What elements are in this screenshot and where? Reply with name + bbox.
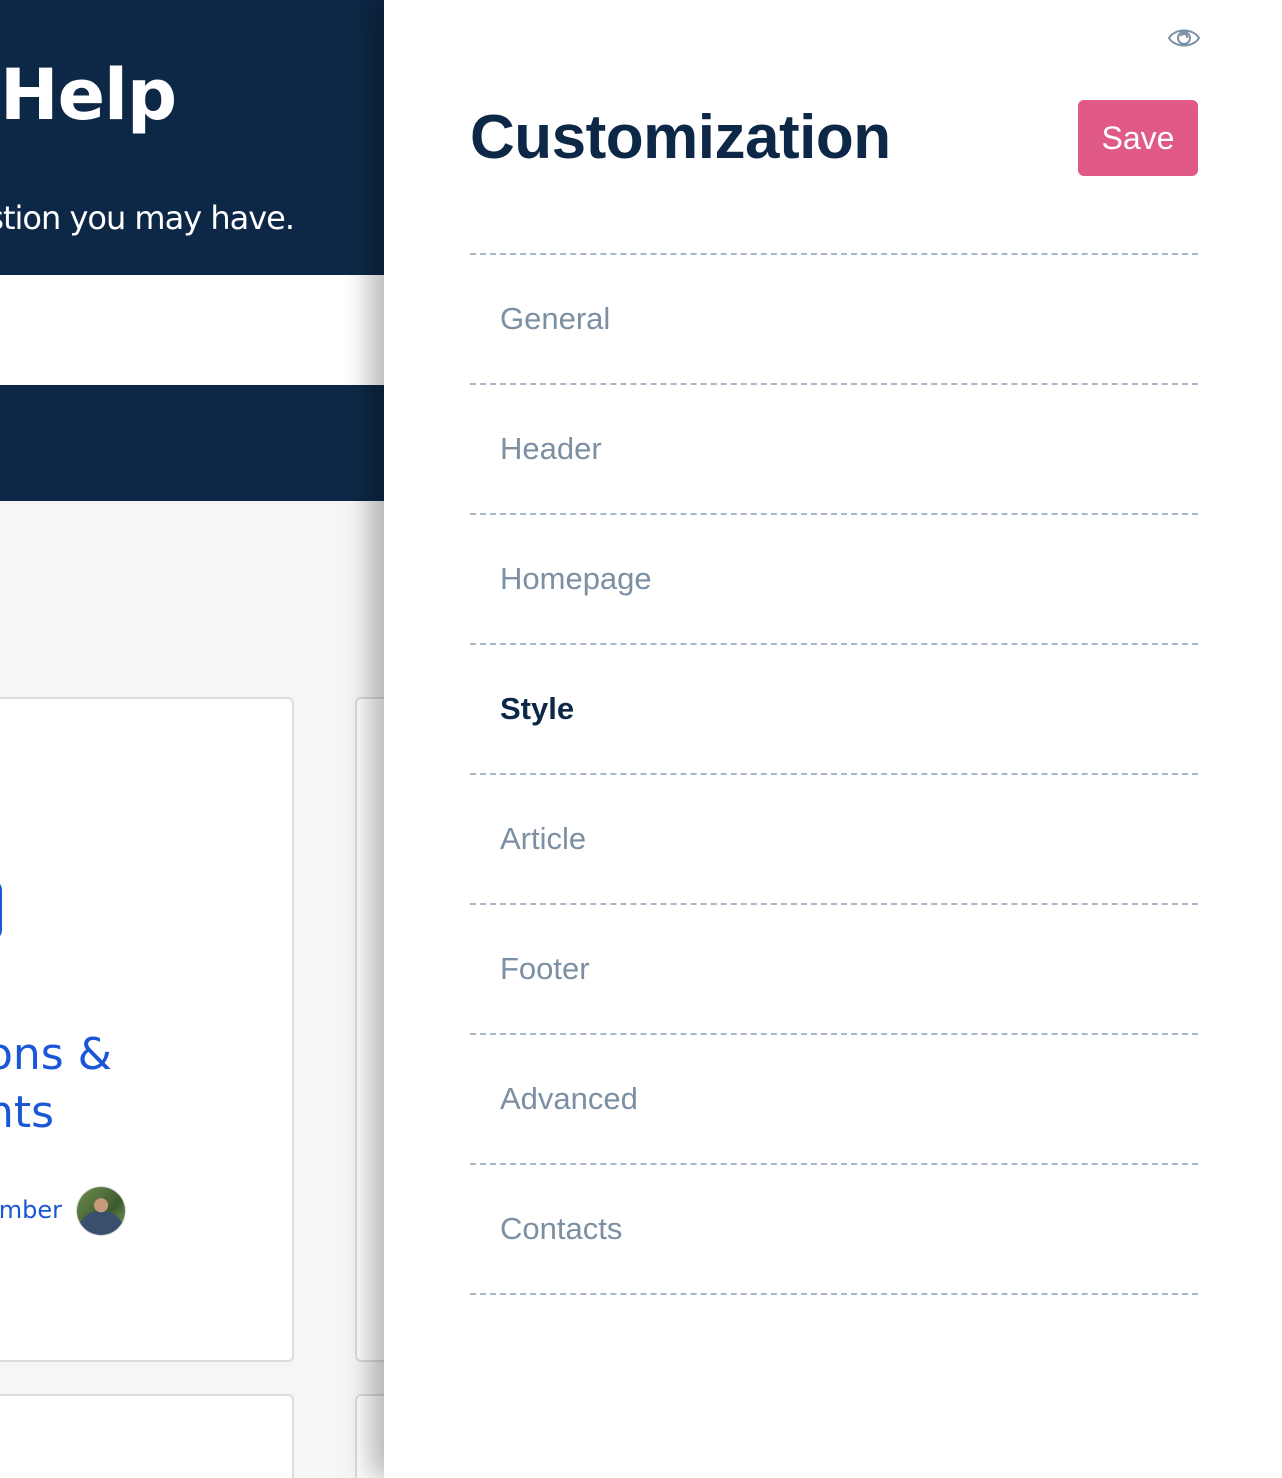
preview-eye-icon[interactable] bbox=[1167, 22, 1201, 54]
menu-item-article[interactable]: Article bbox=[470, 773, 1198, 903]
menu-item-style[interactable]: Style bbox=[470, 643, 1198, 773]
panel-title: Customization bbox=[470, 103, 891, 172]
menu-item-label: Footer bbox=[500, 951, 590, 986]
menu-item-general[interactable]: General bbox=[470, 253, 1198, 383]
menu-item-label: Contacts bbox=[500, 1211, 623, 1246]
menu-item-homepage[interactable]: Homepage bbox=[470, 513, 1198, 643]
menu-item-contacts[interactable]: Contacts bbox=[470, 1163, 1198, 1295]
category-card[interactable] bbox=[355, 697, 384, 1362]
customization-panel: Customization Save General Header Homepa… bbox=[384, 0, 1282, 1478]
category-card-title-line: nts bbox=[0, 1087, 55, 1138]
category-card-title[interactable]: ons & nts bbox=[0, 1026, 112, 1142]
menu-item-advanced[interactable]: Advanced bbox=[470, 1033, 1198, 1163]
avatar bbox=[77, 1187, 125, 1235]
menu-item-label: Style bbox=[500, 691, 575, 726]
menu-item-header[interactable]: Header bbox=[470, 383, 1198, 513]
hero-banner: Help stion you may have. bbox=[0, 0, 384, 275]
hero-title: Help bbox=[0, 54, 177, 136]
menu-item-label: Header bbox=[500, 431, 602, 466]
category-card-title-line: ons & bbox=[0, 1029, 112, 1080]
category-icon bbox=[0, 880, 2, 940]
background-page: Help stion you may have. ons & nts ember bbox=[0, 0, 384, 1478]
card-author-name: ember bbox=[0, 1196, 62, 1224]
category-card[interactable] bbox=[355, 1394, 384, 1478]
category-nav-band bbox=[0, 385, 384, 501]
category-card[interactable] bbox=[0, 1394, 294, 1478]
hero-subtitle: stion you may have. bbox=[0, 199, 295, 237]
customization-menu: General Header Homepage Style Article Fo… bbox=[470, 253, 1198, 1295]
eye-icon bbox=[1167, 29, 1201, 47]
search-band bbox=[0, 275, 384, 385]
menu-item-label: Advanced bbox=[500, 1081, 638, 1116]
menu-item-footer[interactable]: Footer bbox=[470, 903, 1198, 1033]
menu-item-label: General bbox=[500, 301, 611, 336]
save-button[interactable]: Save bbox=[1078, 100, 1198, 176]
menu-item-label: Homepage bbox=[500, 561, 652, 596]
menu-item-label: Article bbox=[500, 821, 587, 856]
